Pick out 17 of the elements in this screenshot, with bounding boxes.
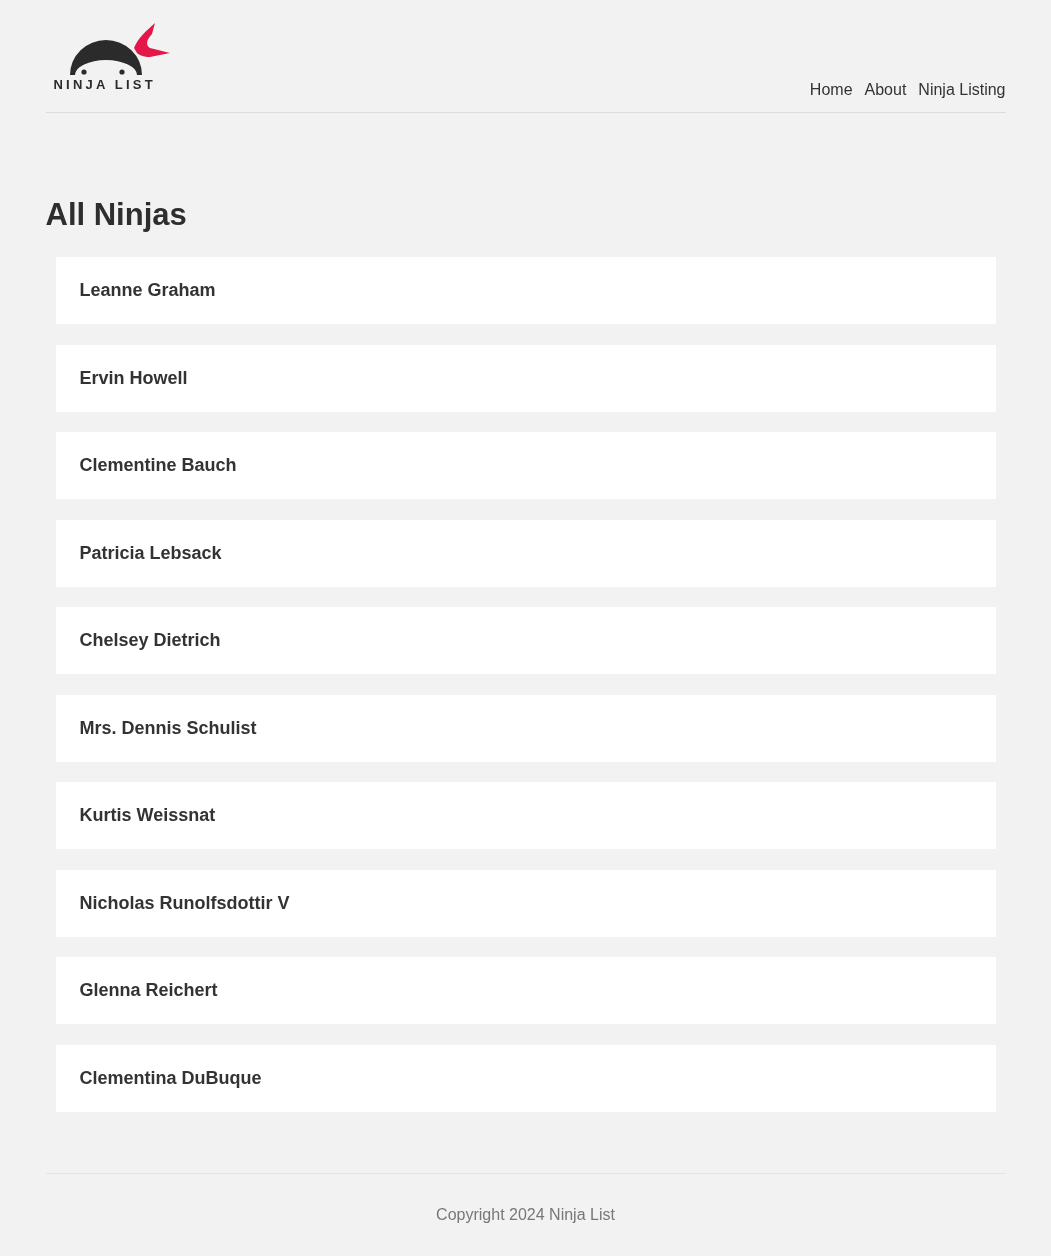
ninja-card[interactable]: Mrs. Dennis Schulist [55,694,996,762]
ninja-card[interactable]: Kurtis Weissnat [55,782,996,849]
ninja-card[interactable]: Ervin Howell [55,344,996,412]
ninja-card[interactable]: Clementina DuBuque [55,1044,996,1112]
ninja-card[interactable]: Nicholas Runolfsdottir V [55,869,996,937]
nav-link[interactable]: Ninja Listing [918,80,1006,100]
ninja-card[interactable]: Glenna Reichert [55,957,996,1024]
site-logo[interactable]: NINJA LIST [53,22,172,92]
ninja-card[interactable]: Clementine Bauch [55,432,996,499]
copyright-text: Copyright 2024 Ninja List [436,1204,615,1225]
page-heading: All Ninjas [45,197,188,233]
nav-link[interactable]: About [864,80,907,100]
ninja-card[interactable]: Patricia Lebsack [55,519,996,587]
nav-link[interactable]: Home [809,80,853,100]
ninja-card[interactable]: Chelsey Dietrich [55,607,996,674]
logo-text: NINJA LIST [53,78,156,92]
ninja-card[interactable]: Leanne Graham [55,257,996,324]
